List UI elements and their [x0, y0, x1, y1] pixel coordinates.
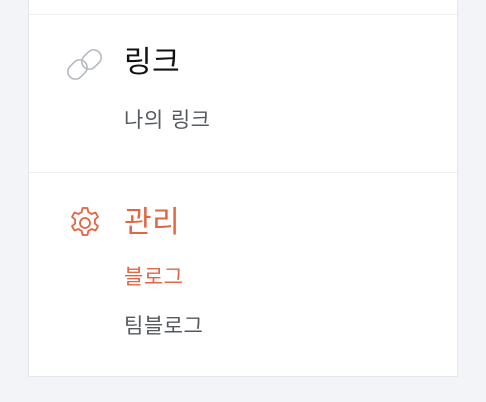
sidebar-panel: 링크 나의 링크 관리 블로그 팀블로그	[28, 0, 458, 377]
section-title-manage: 관리	[124, 205, 181, 240]
sidebar-item-blog[interactable]: 블로그	[124, 263, 183, 291]
link-icon	[67, 47, 103, 83]
sidebar-item-team-blog[interactable]: 팀블로그	[124, 312, 203, 340]
gear-icon	[67, 205, 103, 241]
sidebar-item-my-links[interactable]: 나의 링크	[124, 106, 210, 134]
section-title-links: 링크	[124, 45, 181, 80]
manage-section: 관리 블로그 팀블로그	[29, 173, 457, 377]
links-section: 링크 나의 링크	[29, 15, 457, 172]
